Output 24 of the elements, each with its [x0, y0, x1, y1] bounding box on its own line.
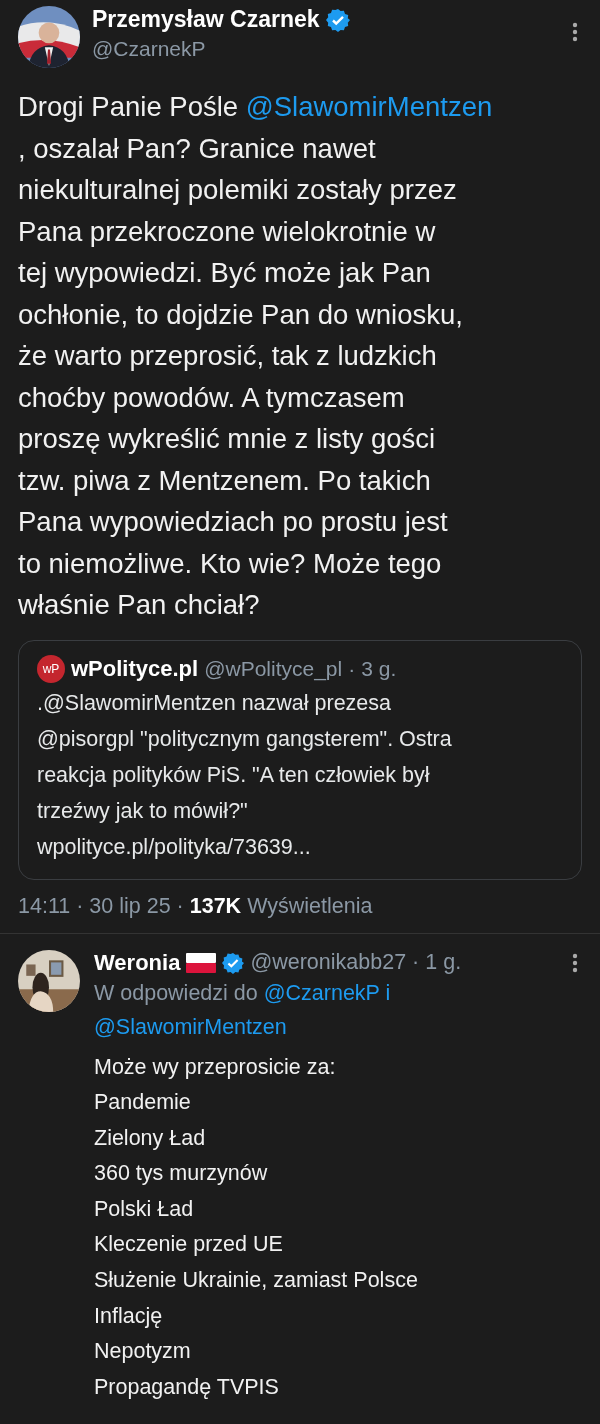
separator-dot: ·	[412, 950, 420, 975]
reply-text: Może wy przeprosicie za: Pandemie Zielony Ład 360 tys murzynów Polski Ład Kleczenie przed UE Służenie Ukrainie, zamiast Polsce Inflację Nepotyzm Propagandę TVPIS	[94, 1053, 419, 1401]
quoted-author-name: wPolityce.pl	[71, 655, 199, 682]
more-options-icon[interactable]	[572, 952, 578, 973]
views-label: Wyświetlenia	[247, 893, 373, 919]
separator-dot: ·	[348, 656, 356, 681]
author-handle: @CzarnekP	[92, 37, 207, 61]
reply-author-name: Weronia	[94, 949, 181, 976]
mention-link[interactable]: @SlawomirMentzen	[245, 91, 493, 122]
more-options-icon[interactable]	[572, 22, 578, 42]
tweet-text: Drogi Panie Pośle @SlawomirMentzen , oszalał Pan? Granice nawet niekulturalnej polemiki zostały przez Pana przekroczone wielokrotnie w tej wypowiedzi. Być może jak Pan ochłonie, to dojdzie Pan do wniosku, że warto przeprosić, tak z ludzkich choćby powodów. A tymczasem proszę wykreślić mnie z listy gości tzw. piwa z Mentzenem. Po takich Pana wypowiedziach po prostu jest to niemożliwe. Kto wie? Może tego właśnie Pan chciał?	[18, 90, 494, 622]
quoted-time: 3 g.	[361, 656, 397, 681]
mention-link[interactable]: @CzarnekP i	[263, 980, 391, 1005]
site-logo: wP	[37, 654, 65, 683]
reply-time: 1 g.	[425, 950, 462, 975]
mention-link[interactable]: @SlawomirMentzen	[94, 1014, 287, 1039]
quoted-author-handle: @wPolityce_pl	[204, 656, 343, 681]
timestamp: 14:11 · 30 lip 25 ·	[18, 893, 184, 919]
quoted-tweet-text: .@SlawomirMentzen nazwał prezesa @pisorgpl "politycznym gangsterem". Ostra reakcja polityków PiS. "A ten człowiek był trzeźwy jak to mówił?" wpolityce.pl/polityka/73639...	[37, 689, 453, 861]
view-count: 137K	[189, 893, 242, 919]
author-name: Przemysław Czarnek	[92, 6, 320, 33]
quoted-tweet-card[interactable]	[18, 639, 582, 880]
reply-author-handle: @weronikabb27	[250, 950, 407, 975]
reply-context: W odpowiedzi do @CzarnekP i @SlawomirMentzen	[94, 979, 392, 1041]
